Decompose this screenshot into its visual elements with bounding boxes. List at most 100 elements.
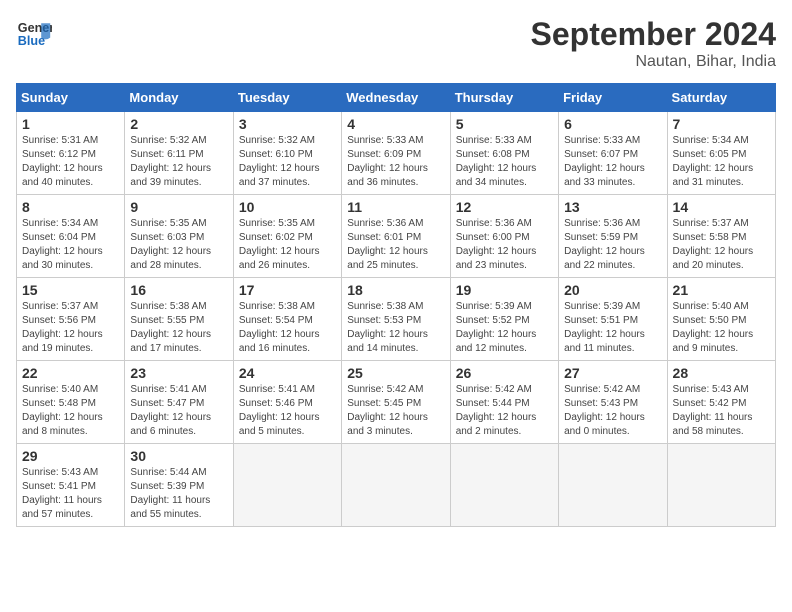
day-number: 17 <box>239 282 336 298</box>
calendar-day-cell: 22Sunrise: 5:40 AM Sunset: 5:48 PM Dayli… <box>17 361 125 444</box>
calendar-day-cell: 9 Sunrise: 5:35 AM Sunset: 6:03 PM Daylig… <box>125 195 233 278</box>
calendar-day-cell: 15 Sunrise: 5:37 AM Sunset: 5:56 PM Dayli… <box>17 278 125 361</box>
day-number: 7 <box>673 116 770 132</box>
day-number: 28 <box>673 365 770 381</box>
day-number: 16 <box>130 282 227 298</box>
day-info: Sunrise: 5:34 AM Sunset: 6:05 PM Dayligh… <box>673 134 770 190</box>
day-number: 1 <box>22 116 119 132</box>
day-number: 11 <box>347 199 444 215</box>
calendar-day-cell: 28 Sunrise: 5:43 AM Sunset: 5:42 PM Dayli… <box>667 361 775 444</box>
calendar-day-cell: 2Sunrise: 5:32 AM Sunset: 6:11 PM Daylig… <box>125 112 233 195</box>
calendar-day-cell: 29 Sunrise: 5:43 AM Sunset: 5:41 PM Dayli… <box>17 444 125 527</box>
day-info: Sunrise: 5:33 AM Sunset: 6:07 PM Dayligh… <box>564 134 661 190</box>
day-info: Sunrise: 5:39 AM Sunset: 5:52 PM Dayligh… <box>456 300 553 356</box>
day-info: Sunrise: 5:35 AM Sunset: 6:03 PM Dayligh… <box>130 217 227 273</box>
svg-text:Blue: Blue <box>18 34 45 48</box>
calendar-week-row: 29 Sunrise: 5:43 AM Sunset: 5:41 PM Dayli… <box>17 444 776 527</box>
day-number: 12 <box>456 199 553 215</box>
day-number: 10 <box>239 199 336 215</box>
day-info: Sunrise: 5:42 AM Sunset: 5:44 PM Dayligh… <box>456 383 553 439</box>
calendar-week-row: 15 Sunrise: 5:37 AM Sunset: 5:56 PM Dayli… <box>17 278 776 361</box>
calendar-day-cell <box>667 444 775 527</box>
day-info: Sunrise: 5:31 AM Sunset: 6:12 PM Dayligh… <box>22 134 119 190</box>
day-info: Sunrise: 5:40 AM Sunset: 5:48 PM Dayligh… <box>22 383 119 439</box>
calendar-week-row: 22Sunrise: 5:40 AM Sunset: 5:48 PM Dayli… <box>17 361 776 444</box>
weekday-header: Wednesday <box>342 84 450 112</box>
weekday-header: Monday <box>125 84 233 112</box>
day-info: Sunrise: 5:41 AM Sunset: 5:47 PM Dayligh… <box>130 383 227 439</box>
day-number: 21 <box>673 282 770 298</box>
day-info: Sunrise: 5:36 AM Sunset: 5:59 PM Dayligh… <box>564 217 661 273</box>
day-number: 14 <box>673 199 770 215</box>
calendar-day-cell: 10 Sunrise: 5:35 AM Sunset: 6:02 PM Dayli… <box>233 195 341 278</box>
calendar-day-cell: 11 Sunrise: 5:36 AM Sunset: 6:01 PM Dayli… <box>342 195 450 278</box>
day-info: Sunrise: 5:37 AM Sunset: 5:56 PM Dayligh… <box>22 300 119 356</box>
location: Nautan, Bihar, India <box>531 53 776 71</box>
day-number: 9 <box>130 199 227 215</box>
day-info: Sunrise: 5:38 AM Sunset: 5:53 PM Dayligh… <box>347 300 444 356</box>
month-title: September 2024 <box>531 16 776 53</box>
calendar-table: SundayMondayTuesdayWednesdayThursdayFrid… <box>16 83 776 527</box>
calendar-day-cell: 21 Sunrise: 5:40 AM Sunset: 5:50 PM Dayli… <box>667 278 775 361</box>
calendar-day-cell: 26 Sunrise: 5:42 AM Sunset: 5:44 PM Dayli… <box>450 361 558 444</box>
day-number: 18 <box>347 282 444 298</box>
day-info: Sunrise: 5:33 AM Sunset: 6:08 PM Dayligh… <box>456 134 553 190</box>
calendar-week-row: 8 Sunrise: 5:34 AM Sunset: 6:04 PM Daylig… <box>17 195 776 278</box>
calendar-day-cell <box>559 444 667 527</box>
weekday-header: Thursday <box>450 84 558 112</box>
day-number: 15 <box>22 282 119 298</box>
calendar-day-cell <box>342 444 450 527</box>
day-info: Sunrise: 5:40 AM Sunset: 5:50 PM Dayligh… <box>673 300 770 356</box>
calendar-day-cell: 16 Sunrise: 5:38 AM Sunset: 5:55 PM Dayli… <box>125 278 233 361</box>
day-info: Sunrise: 5:33 AM Sunset: 6:09 PM Dayligh… <box>347 134 444 190</box>
weekday-header: Tuesday <box>233 84 341 112</box>
day-info: Sunrise: 5:39 AM Sunset: 5:51 PM Dayligh… <box>564 300 661 356</box>
day-number: 23 <box>130 365 227 381</box>
calendar-day-cell: 30 Sunrise: 5:44 AM Sunset: 5:39 PM Dayli… <box>125 444 233 527</box>
calendar-day-cell: 24 Sunrise: 5:41 AM Sunset: 5:46 PM Dayli… <box>233 361 341 444</box>
calendar-day-cell: 8 Sunrise: 5:34 AM Sunset: 6:04 PM Daylig… <box>17 195 125 278</box>
day-info: Sunrise: 5:34 AM Sunset: 6:04 PM Dayligh… <box>22 217 119 273</box>
calendar-day-cell: 18 Sunrise: 5:38 AM Sunset: 5:53 PM Dayli… <box>342 278 450 361</box>
calendar-week-row: 1 Sunrise: 5:31 AM Sunset: 6:12 PM Daylig… <box>17 112 776 195</box>
day-number: 6 <box>564 116 661 132</box>
day-info: Sunrise: 5:35 AM Sunset: 6:02 PM Dayligh… <box>239 217 336 273</box>
day-number: 2 <box>130 116 227 132</box>
day-number: 8 <box>22 199 119 215</box>
page-header: General Blue September 2024 Nautan, Biha… <box>16 16 776 71</box>
calendar-day-cell: 25Sunrise: 5:42 AM Sunset: 5:45 PM Dayli… <box>342 361 450 444</box>
logo: General Blue <box>16 16 52 52</box>
day-number: 19 <box>456 282 553 298</box>
day-number: 13 <box>564 199 661 215</box>
day-info: Sunrise: 5:44 AM Sunset: 5:39 PM Dayligh… <box>130 466 227 522</box>
day-number: 5 <box>456 116 553 132</box>
calendar-day-cell: 19 Sunrise: 5:39 AM Sunset: 5:52 PM Dayli… <box>450 278 558 361</box>
calendar-day-cell: 13 Sunrise: 5:36 AM Sunset: 5:59 PM Dayli… <box>559 195 667 278</box>
day-info: Sunrise: 5:32 AM Sunset: 6:10 PM Dayligh… <box>239 134 336 190</box>
day-number: 3 <box>239 116 336 132</box>
calendar-day-cell <box>450 444 558 527</box>
day-info: Sunrise: 5:42 AM Sunset: 5:43 PM Dayligh… <box>564 383 661 439</box>
title-block: September 2024 Nautan, Bihar, India <box>531 16 776 71</box>
day-info: Sunrise: 5:42 AM Sunset: 5:45 PM Dayligh… <box>347 383 444 439</box>
calendar-day-cell: 23 Sunrise: 5:41 AM Sunset: 5:47 PM Dayli… <box>125 361 233 444</box>
day-info: Sunrise: 5:36 AM Sunset: 6:00 PM Dayligh… <box>456 217 553 273</box>
day-info: Sunrise: 5:41 AM Sunset: 5:46 PM Dayligh… <box>239 383 336 439</box>
day-info: Sunrise: 5:43 AM Sunset: 5:41 PM Dayligh… <box>22 466 119 522</box>
day-number: 4 <box>347 116 444 132</box>
calendar-day-cell: 27 Sunrise: 5:42 AM Sunset: 5:43 PM Dayli… <box>559 361 667 444</box>
day-number: 26 <box>456 365 553 381</box>
day-number: 20 <box>564 282 661 298</box>
day-info: Sunrise: 5:36 AM Sunset: 6:01 PM Dayligh… <box>347 217 444 273</box>
day-number: 27 <box>564 365 661 381</box>
day-info: Sunrise: 5:38 AM Sunset: 5:55 PM Dayligh… <box>130 300 227 356</box>
day-info: Sunrise: 5:43 AM Sunset: 5:42 PM Dayligh… <box>673 383 770 439</box>
day-number: 30 <box>130 448 227 464</box>
day-info: Sunrise: 5:38 AM Sunset: 5:54 PM Dayligh… <box>239 300 336 356</box>
day-number: 29 <box>22 448 119 464</box>
weekday-header-row: SundayMondayTuesdayWednesdayThursdayFrid… <box>17 84 776 112</box>
calendar-day-cell: 1 Sunrise: 5:31 AM Sunset: 6:12 PM Daylig… <box>17 112 125 195</box>
weekday-header: Friday <box>559 84 667 112</box>
calendar-day-cell: 17 Sunrise: 5:38 AM Sunset: 5:54 PM Dayli… <box>233 278 341 361</box>
day-number: 24 <box>239 365 336 381</box>
